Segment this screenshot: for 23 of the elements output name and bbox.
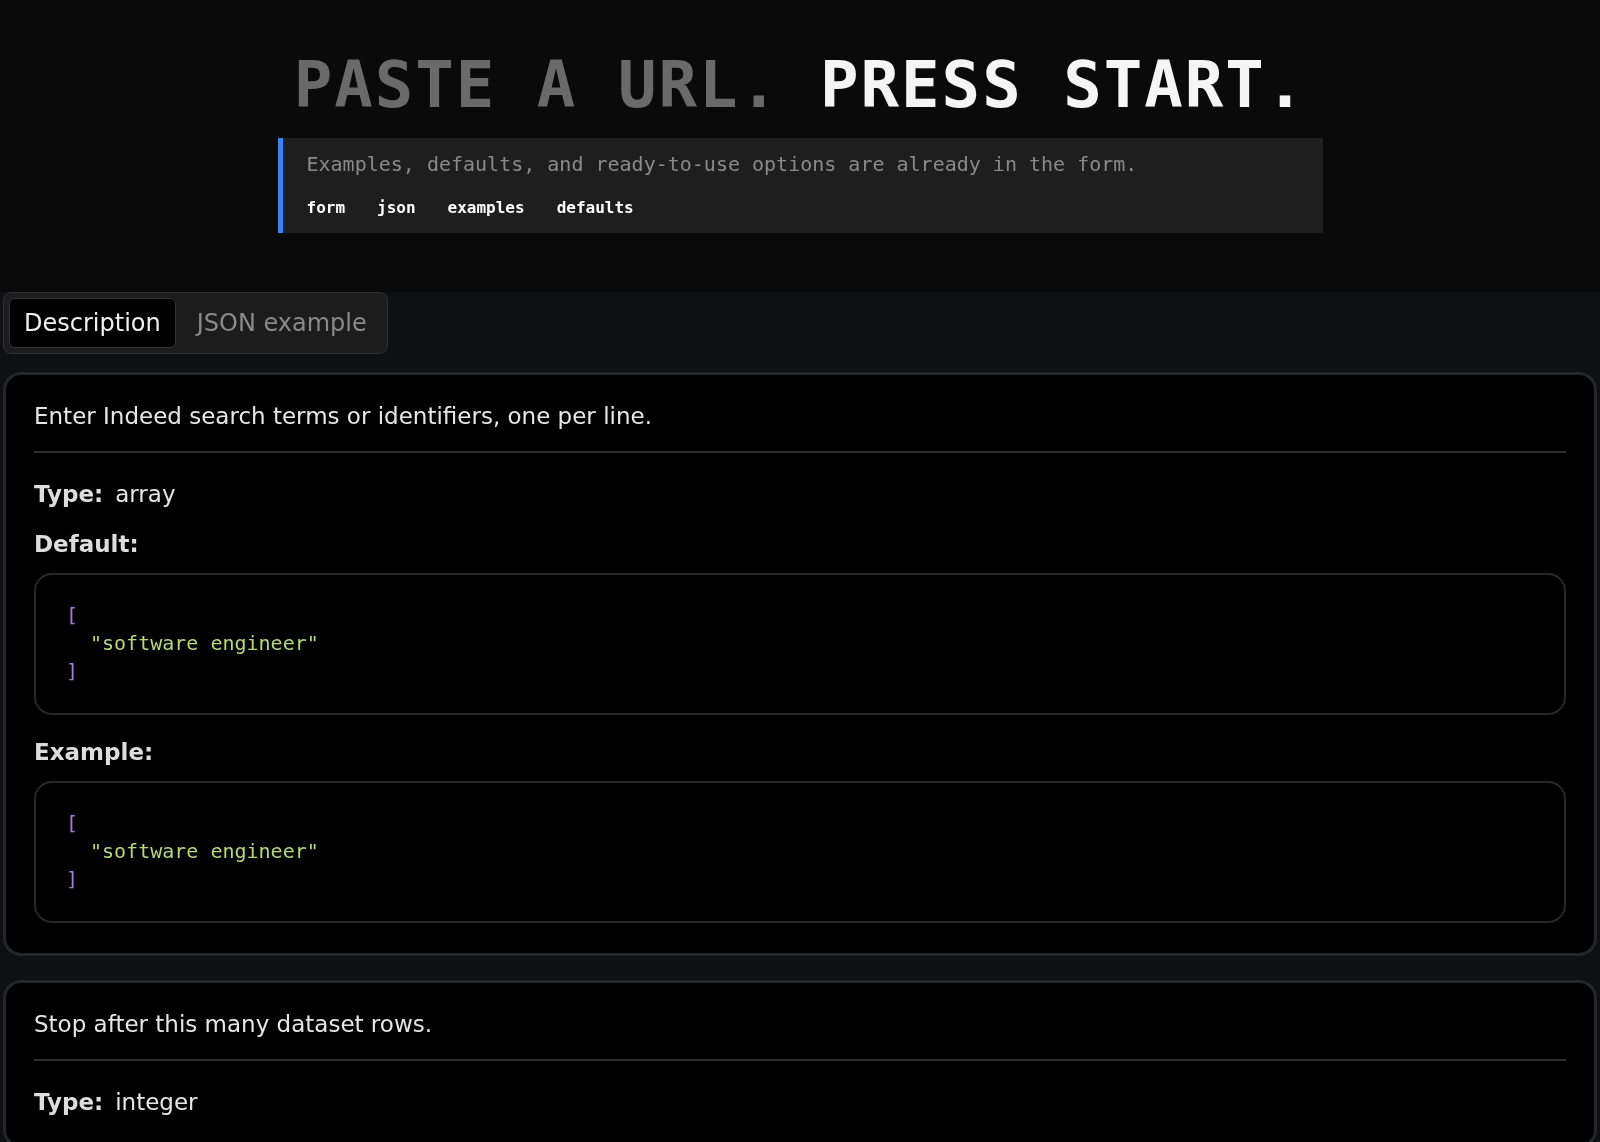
- code-line: ]: [66, 866, 80, 893]
- tag-label: defaults: [556, 198, 634, 218]
- field-description: Stop after this many dataset rows.: [34, 1011, 433, 1037]
- block-label: Default:: [34, 531, 140, 557]
- type-label: Type:: [34, 1089, 104, 1115]
- type-label: Type:: [34, 481, 104, 507]
- code-line: [: [66, 810, 80, 837]
- block-label: Example:: [34, 739, 155, 765]
- type-value: array: [115, 481, 176, 507]
- headline-bright: PRESS START.: [820, 50, 1307, 121]
- field-description: Enter Indeed search terms or identifiers, one per line.: [34, 403, 653, 429]
- code-line: [: [66, 602, 80, 629]
- tag-label: examples: [447, 198, 525, 218]
- code-line: "software engineer": [89, 630, 320, 657]
- code-line: ]: [66, 658, 80, 685]
- headline-muted: PASTE A URL.: [293, 50, 780, 121]
- tag-label: form: [306, 198, 346, 218]
- code-line: "software engineer": [89, 838, 320, 865]
- tab[interactable]: JSON example: [181, 298, 382, 348]
- tab[interactable]: Description: [9, 298, 176, 348]
- tag-label: json: [377, 198, 416, 218]
- callout-text: Examples, defaults, and ready-to-use options are already in the form.: [306, 152, 1139, 177]
- type-value: integer: [115, 1089, 198, 1115]
